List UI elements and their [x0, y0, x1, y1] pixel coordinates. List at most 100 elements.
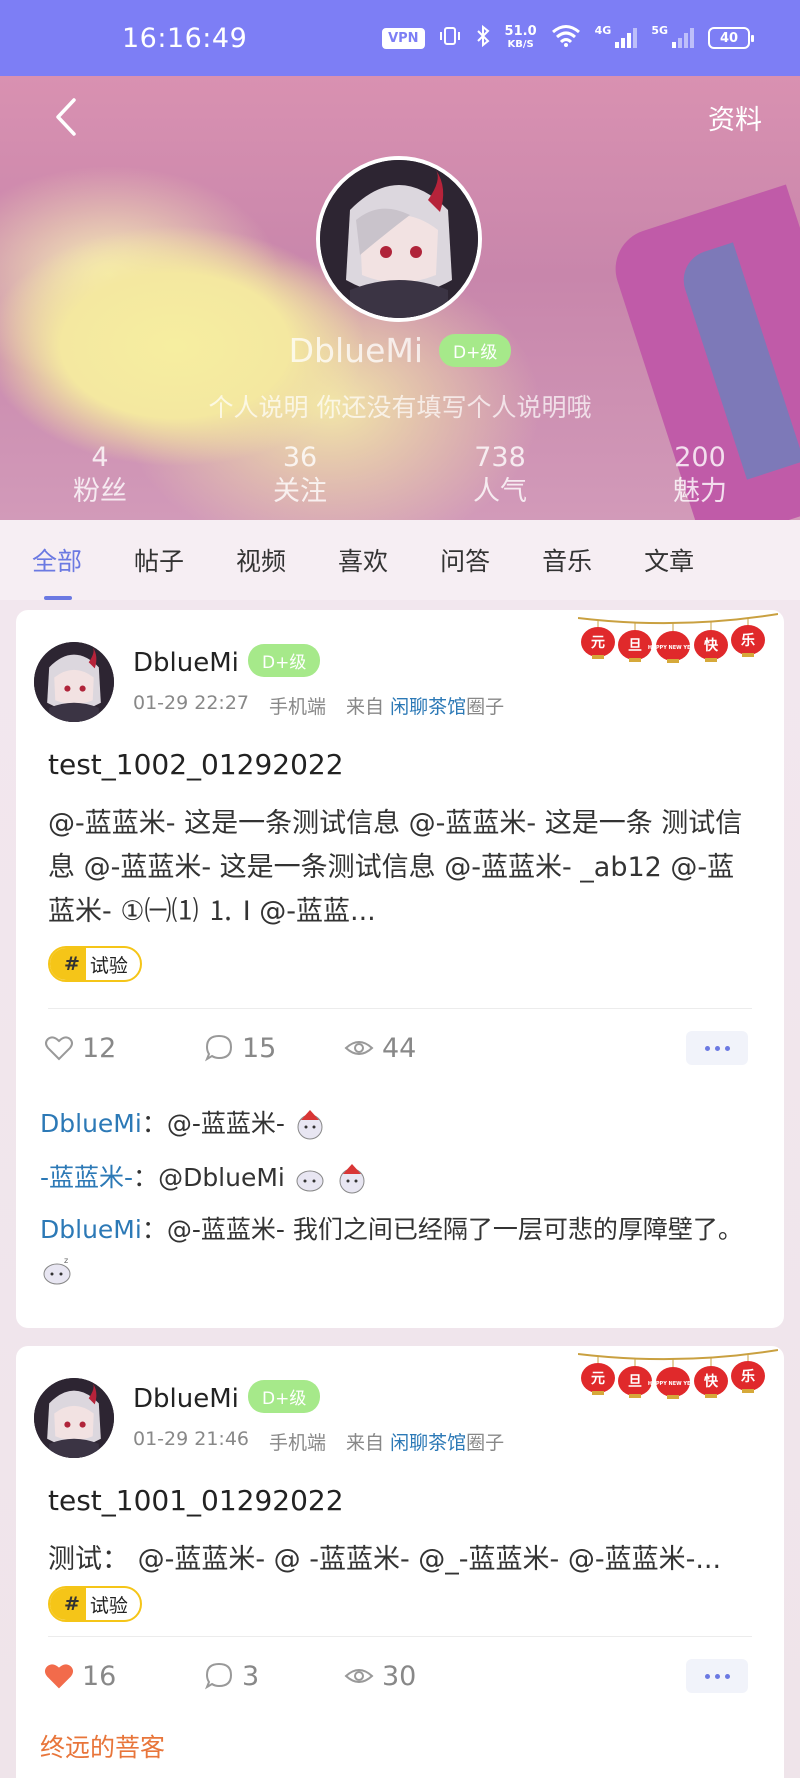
network-speed-unit: KB/S [507, 39, 534, 50]
chibi-avatar-icon [34, 1378, 114, 1458]
post-author-avatar[interactable] [34, 642, 114, 722]
circle-suffix: 圈子 [466, 1432, 505, 1454]
tab-qa[interactable]: 问答 [440, 542, 490, 578]
tab-music[interactable]: 音乐 [542, 542, 592, 578]
comment-button[interactable]: 3 [204, 1661, 259, 1692]
comment-item[interactable]: DblueMi：@-蓝蓝米- [40, 1104, 327, 1142]
stat-fans[interactable]: 4 粉丝 [40, 442, 160, 509]
chibi-avatar-icon [34, 642, 114, 722]
comment-author[interactable]: 终远的菩客 [40, 1733, 165, 1762]
post-device: 手机端 [269, 1432, 327, 1454]
lantern-char: 旦 [628, 638, 642, 654]
post-actions: 12 15 44 [44, 1028, 752, 1068]
profile-header: 资料 DblueMi D+级 个人说明 你还没有填写个人说明哦 4 粉丝 36 … [0, 76, 800, 520]
sticker-icon [297, 1110, 323, 1140]
content-tabs: 全部 帖子 视频 喜欢 问答 音乐 文章 [0, 520, 800, 600]
lantern-char: 乐 [741, 1368, 755, 1385]
more-options-button[interactable] [686, 1031, 748, 1065]
network-4g-label: 4G [594, 24, 612, 37]
signal-4g-icon [615, 28, 638, 48]
topic-tag[interactable]: # 试验 [48, 946, 142, 982]
topic-tag-label: 试验 [89, 954, 128, 977]
profile-avatar[interactable] [316, 156, 482, 322]
comment-separator: ： [133, 1163, 159, 1192]
tab-all[interactable]: 全部 [32, 542, 82, 600]
signal-5g-icon [672, 28, 694, 48]
sticker-icon [339, 1164, 365, 1194]
lantern-char: HAPPY NEW YEAR [648, 645, 699, 651]
status-bar: 16:16:49 VPN 51.0 KB/S 4G 5G 40 [0, 0, 800, 76]
profile-name: DblueMi [288, 331, 424, 370]
circle-link[interactable]: 闲聊茶馆 [390, 1432, 466, 1454]
post-card[interactable]: 元 旦 HAPPY NEW YEAR 快 乐 DblueMi D+级 01-29… [16, 610, 784, 1328]
lantern-char: 快 [704, 1373, 719, 1390]
like-button[interactable]: 16 [44, 1661, 116, 1692]
chibi-avatar-icon [320, 160, 478, 318]
profile-info-link[interactable]: 资料 [708, 98, 762, 137]
profile-bio: 个人说明 你还没有填写个人说明哦 [208, 393, 592, 422]
like-button[interactable]: 12 [44, 1033, 116, 1064]
topic-tag-label: 试验 [89, 1594, 128, 1617]
tab-articles[interactable]: 文章 [644, 542, 694, 578]
comment-item[interactable]: DblueMi：@-蓝蓝米- 我们之间已经隔了一层可悲的厚障壁了。 [40, 1210, 743, 1246]
hash-icon: # [50, 948, 86, 980]
post-author-name[interactable]: DblueMi [133, 648, 239, 678]
sticker-icon: z [43, 1256, 71, 1285]
more-options-button[interactable] [686, 1659, 748, 1693]
tab-posts[interactable]: 帖子 [134, 542, 184, 578]
comment-button[interactable]: 15 [204, 1033, 276, 1064]
profile-name-row: DblueMi D+级 [0, 331, 800, 370]
post-actions: 16 3 30 [44, 1656, 752, 1696]
post-author-name[interactable]: DblueMi [133, 1384, 239, 1414]
comment-author[interactable]: -蓝蓝米- [40, 1163, 133, 1192]
stat-charm-label: 魅力 [673, 476, 727, 508]
eye-icon [344, 1041, 374, 1055]
post-source: 来自 闲聊茶馆圈子 [346, 1428, 504, 1455]
circle-suffix: 圈子 [466, 696, 505, 718]
svg-text:z: z [64, 1256, 68, 1265]
post-body[interactable]: 测试： @-蓝蓝米- @ -蓝蓝米- @_-蓝蓝米- @-蓝蓝米-... [48, 1538, 752, 1582]
hash-icon: # [50, 1588, 86, 1620]
stat-charm-count: 200 [674, 442, 726, 473]
post-card[interactable]: 元 旦 HAPPY NEW YEAR 快 乐 DblueMi D+级 01-29… [16, 1346, 784, 1778]
lantern-char: HAPPY NEW YEAR [648, 1381, 699, 1387]
comment-separator: ： [141, 1215, 167, 1244]
post-time: 01-29 22:27 [133, 692, 250, 714]
comment-author[interactable]: DblueMi [40, 1109, 142, 1138]
network-5g-label: 5G [651, 24, 668, 37]
circle-link[interactable]: 闲聊茶馆 [390, 696, 466, 718]
eye-icon [344, 1669, 374, 1683]
lantern-char: 快 [704, 637, 719, 654]
stat-popularity-label: 人气 [473, 476, 527, 508]
post-body[interactable]: @-蓝蓝米- 这是一条测试信息 @-蓝蓝米- 这是一条 测试信息 @-蓝蓝米- … [48, 802, 752, 934]
tab-videos[interactable]: 视频 [236, 542, 286, 578]
new-year-lanterns-icon: 元 旦 HAPPY NEW YEAR 快 乐 [578, 1349, 778, 1399]
comment-item[interactable]: 终远的菩客 [40, 1728, 165, 1764]
comment-icon [204, 1034, 233, 1062]
stat-popularity-count: 738 [474, 442, 526, 473]
back-button[interactable] [46, 92, 86, 142]
heart-filled-icon [45, 1664, 73, 1689]
comment-count: 15 [242, 1032, 277, 1064]
tab-likes[interactable]: 喜欢 [338, 542, 388, 578]
level-badge: D+级 [248, 644, 321, 677]
vibrate-icon [439, 25, 461, 51]
wifi-icon [551, 24, 581, 52]
stat-fans-count: 4 [91, 442, 109, 473]
post-from: 来自 [346, 1432, 385, 1454]
level-badge: D+级 [248, 1380, 321, 1413]
view-count: 30 [382, 1660, 417, 1692]
stat-popularity: 738 人气 [440, 442, 560, 509]
post-title[interactable]: test_1002_01292022 [48, 748, 344, 781]
divider [48, 1008, 752, 1009]
post-source: 来自 闲聊茶馆圈子 [346, 692, 504, 719]
topic-tag[interactable]: # 试验 [48, 1586, 142, 1622]
post-title[interactable]: test_1001_01292022 [48, 1484, 344, 1517]
comment-author[interactable]: DblueMi [40, 1215, 142, 1244]
stat-following[interactable]: 36 关注 [240, 442, 360, 509]
view-count: 44 [382, 1032, 417, 1064]
comment-item[interactable]: -蓝蓝米-：@DblueMi [40, 1158, 369, 1196]
status-icons: VPN 51.0 KB/S 4G 5G 40 [382, 24, 754, 52]
post-author-avatar[interactable] [34, 1378, 114, 1458]
comment-text: @-蓝蓝米- 我们之间已经隔了一层可悲的厚障壁了。 [166, 1215, 743, 1244]
